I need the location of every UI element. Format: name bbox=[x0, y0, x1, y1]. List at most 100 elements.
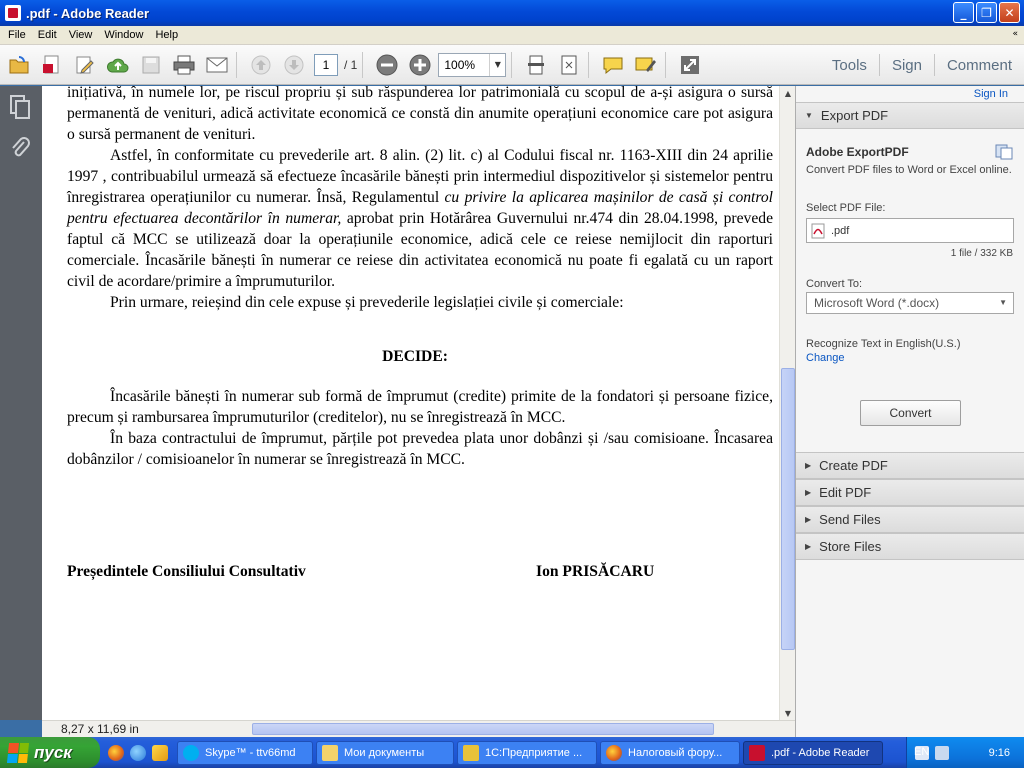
collapse-arrows-icon[interactable]: « bbox=[1012, 29, 1018, 39]
firefox-icon bbox=[606, 744, 622, 761]
cloud-upload-icon bbox=[106, 58, 129, 72]
taskbar-item-label: Skype™ - ttv66md bbox=[205, 746, 296, 759]
fit-page-button[interactable] bbox=[555, 51, 583, 79]
horizontal-scrollbar-thumb[interactable] bbox=[252, 723, 714, 735]
navigation-pane bbox=[0, 86, 42, 720]
close-button[interactable]: ✕ bbox=[999, 2, 1020, 23]
page-thumbnails-icon[interactable] bbox=[9, 94, 31, 120]
taskbar-item-adobe-reader[interactable]: .pdf - Adobe Reader bbox=[743, 740, 883, 765]
taskbar-item-firefox[interactable]: Налоговый фору... bbox=[600, 740, 740, 765]
sign-pane-button[interactable]: Sign bbox=[880, 57, 934, 74]
recognize-text-label: Recognize Text in English(U.S.) bbox=[806, 338, 961, 350]
chevron-down-icon: ▼ bbox=[999, 298, 1007, 307]
signature-role: Președintele Consiliului Consultativ bbox=[67, 563, 306, 580]
start-button[interactable]: пуск bbox=[0, 737, 100, 768]
zoom-select[interactable]: 100% ▼ bbox=[438, 52, 507, 77]
taskbar-item-1c[interactable]: 1С:Предприятие ... bbox=[457, 740, 597, 765]
page-number-input[interactable]: 1 bbox=[314, 53, 338, 76]
create-pdf-button[interactable] bbox=[38, 51, 66, 79]
taskbar-item-my-documents[interactable]: Мои документы bbox=[316, 740, 454, 765]
change-language-link[interactable]: Change bbox=[806, 352, 845, 364]
create-pdf-icon bbox=[43, 55, 59, 73]
windows-flag-icon bbox=[6, 742, 30, 763]
internet-explorer-icon[interactable] bbox=[130, 744, 146, 761]
store-files-header[interactable]: ▶ Store Files bbox=[796, 533, 1024, 560]
convert-to-label: Convert To: bbox=[806, 278, 863, 290]
selected-file-field[interactable]: .pdf bbox=[806, 218, 1014, 243]
attachments-paperclip-icon[interactable] bbox=[9, 136, 31, 162]
export-pdf-header[interactable]: ▼ Export PDF bbox=[796, 102, 1024, 129]
language-indicator[interactable]: EN bbox=[914, 746, 929, 758]
tools-pane-button[interactable]: Tools bbox=[820, 57, 879, 74]
open-button[interactable] bbox=[5, 51, 33, 79]
send-files-label: Send Files bbox=[819, 512, 881, 527]
restore-button[interactable]: ❐ bbox=[976, 2, 997, 23]
taskbar-item-label: .pdf - Adobe Reader bbox=[771, 746, 870, 759]
paragraph-4: Încasările bănești în numerar sub formă … bbox=[67, 388, 773, 426]
full-screen-button[interactable] bbox=[676, 51, 704, 79]
envelope-icon bbox=[206, 57, 228, 72]
previous-page-button[interactable] bbox=[247, 51, 275, 79]
next-page-button[interactable] bbox=[280, 51, 308, 79]
1c-icon bbox=[463, 744, 479, 761]
paragraph-5: În baza contractului de împrumut, părțil… bbox=[67, 430, 773, 468]
menu-view[interactable]: View bbox=[63, 29, 99, 41]
convert-description: Convert PDF files to Word or Excel onlin… bbox=[806, 164, 1012, 176]
pane-links: Tools Sign Comment bbox=[820, 45, 1024, 85]
toolbar-separator bbox=[511, 51, 513, 78]
paragraph-3: Prin urmare, reieșind din cele expuse și… bbox=[110, 294, 624, 311]
send-files-header[interactable]: ▶ Send Files bbox=[796, 506, 1024, 533]
decide-heading: DECIDE: bbox=[382, 348, 448, 365]
taskbar-item-label: Мои документы bbox=[344, 746, 425, 759]
minimize-button[interactable]: _ bbox=[953, 2, 974, 23]
convert-to-select[interactable]: Microsoft Word (*.docx) ▼ bbox=[806, 292, 1014, 314]
add-comment-button[interactable] bbox=[599, 51, 627, 79]
upload-button[interactable] bbox=[104, 51, 132, 79]
scrollbar-thumb[interactable] bbox=[781, 368, 795, 650]
page-size-label: 8,27 x 11,69 in bbox=[61, 722, 139, 736]
edit-button[interactable] bbox=[71, 51, 99, 79]
taskbar-item-skype[interactable]: Skype™ - ttv66md bbox=[177, 740, 313, 765]
edit-pencil-icon bbox=[76, 56, 94, 74]
convert-button[interactable]: Convert bbox=[860, 400, 961, 426]
menu-file[interactable]: File bbox=[2, 29, 32, 41]
highlighter-icon bbox=[635, 57, 657, 72]
sign-in-link[interactable]: Sign In bbox=[974, 88, 1008, 100]
printer-icon bbox=[173, 55, 195, 74]
menu-edit[interactable]: Edit bbox=[32, 29, 63, 41]
triangle-right-icon: ▶ bbox=[805, 515, 812, 524]
quick-launch bbox=[108, 744, 168, 761]
print-button[interactable] bbox=[170, 51, 198, 79]
document-view[interactable]: inițiativă, în numele lor, pe riscul pro… bbox=[42, 86, 779, 720]
comment-pane-button[interactable]: Comment bbox=[935, 57, 1024, 74]
highlight-button[interactable] bbox=[632, 51, 660, 79]
firefox-icon[interactable] bbox=[108, 744, 124, 761]
clock[interactable]: 9:16 bbox=[989, 747, 1010, 759]
create-pdf-header[interactable]: ▶ Create PDF bbox=[796, 452, 1024, 479]
folder-open-icon bbox=[9, 55, 29, 73]
adobe-reader-icon bbox=[749, 744, 765, 761]
edit-pdf-header[interactable]: ▶ Edit PDF bbox=[796, 479, 1024, 506]
scroll-pages-icon bbox=[528, 55, 545, 74]
show-desktop-icon[interactable] bbox=[152, 744, 168, 761]
scroll-up-icon[interactable]: ▲ bbox=[781, 86, 795, 100]
save-button[interactable] bbox=[137, 51, 165, 79]
speech-bubble-icon bbox=[603, 57, 623, 74]
email-button[interactable] bbox=[203, 51, 231, 79]
folder-icon bbox=[322, 744, 338, 761]
chevron-down-icon[interactable]: ▼ bbox=[489, 53, 505, 76]
menu-help[interactable]: Help bbox=[149, 29, 184, 41]
taskbar-item-label: 1С:Предприятие ... bbox=[485, 746, 583, 759]
scroll-down-icon[interactable]: ▼ bbox=[781, 706, 795, 720]
volume-icon[interactable] bbox=[935, 745, 949, 760]
triangle-right-icon: ▶ bbox=[805, 488, 812, 497]
paragraph-2: Astfel, în conformitate cu prevederile a… bbox=[67, 145, 773, 292]
vertical-scrollbar[interactable]: ▲ ▼ bbox=[779, 86, 795, 720]
store-files-label: Store Files bbox=[819, 539, 882, 554]
adobe-reader-icon bbox=[5, 5, 21, 21]
zoom-out-button[interactable] bbox=[373, 51, 401, 79]
menu-window[interactable]: Window bbox=[98, 29, 149, 41]
scrolling-mode-button[interactable] bbox=[522, 51, 550, 79]
triangle-right-icon: ▶ bbox=[805, 461, 812, 470]
zoom-in-button[interactable] bbox=[406, 51, 434, 79]
